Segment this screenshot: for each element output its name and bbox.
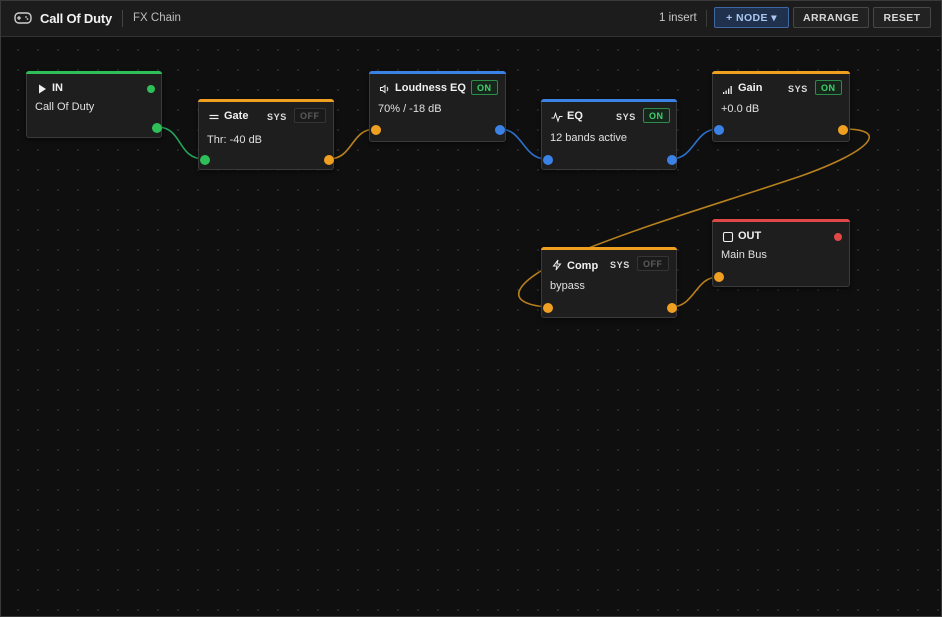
node-gate[interactable]: Gate SYS OFF Thr: -40 dB — [198, 99, 334, 170]
output-port[interactable] — [667, 303, 677, 313]
stop-square-icon — [722, 231, 734, 243]
add-node-button[interactable]: + NODE ▾ — [714, 7, 789, 28]
node-subtitle: bypass — [550, 280, 585, 292]
input-port[interactable] — [200, 155, 210, 165]
node-color-bar — [369, 71, 506, 74]
node-subtitle: Thr: -40 dB — [207, 134, 263, 146]
input-port[interactable] — [714, 125, 724, 135]
output-port[interactable] — [838, 125, 848, 135]
output-port[interactable] — [667, 155, 677, 165]
insert-count: 1 insert — [659, 12, 697, 24]
node-color-bar — [712, 71, 850, 74]
sys-label: SYS — [267, 112, 287, 122]
wire-loudness-eq — [499, 128, 547, 160]
output-port[interactable] — [152, 123, 162, 133]
divider — [122, 10, 123, 27]
page-title: Call Of Duty — [40, 11, 112, 26]
speaker-icon — [380, 84, 389, 94]
node-color-bar — [541, 99, 677, 102]
output-port[interactable] — [495, 125, 505, 135]
output-port[interactable] — [324, 155, 334, 165]
node-in[interactable]: IN Call Of Duty — [26, 71, 162, 138]
node-subtitle: Call Of Duty — [35, 101, 95, 113]
divider — [706, 10, 707, 27]
bolt-icon — [552, 259, 562, 271]
reset-button[interactable]: RESET — [873, 7, 931, 28]
node-title: Comp — [567, 260, 599, 272]
node-comp[interactable]: Comp SYS OFF bypass — [541, 247, 677, 318]
node-subtitle: +0.0 dB — [721, 103, 760, 115]
arrange-button[interactable]: ARRANGE — [793, 7, 869, 28]
toggle-on-button[interactable]: ON — [643, 108, 670, 123]
fx-chain-window: Call Of Duty FX Chain 1 insert + NODE ▾ … — [0, 0, 942, 617]
node-color-bar — [198, 99, 334, 102]
node-title: Gain — [738, 82, 763, 94]
node-title: IN — [52, 82, 63, 94]
node-eq[interactable]: EQ SYS ON 12 bands active — [541, 99, 677, 170]
lines-icon — [209, 114, 219, 120]
input-port[interactable] — [543, 155, 553, 165]
node-title: Loudness EQ — [395, 82, 466, 94]
sys-label: SYS — [616, 112, 636, 122]
toggle-on-button[interactable]: ON — [815, 80, 842, 95]
node-subtitle: 70% / -18 dB — [378, 103, 442, 115]
wire-in-gate — [156, 126, 205, 160]
input-port[interactable] — [543, 303, 553, 313]
node-out[interactable]: OUT Main Bus — [712, 219, 850, 287]
node-loudness-eq[interactable]: Loudness EQ ON 70% / -18 dB — [369, 71, 506, 142]
gamepad-icon — [14, 12, 32, 24]
input-port[interactable] — [714, 272, 724, 282]
node-title: OUT — [738, 230, 762, 242]
node-color-bar — [712, 219, 850, 222]
node-color-bar — [26, 71, 162, 74]
wire-eq-gain — [670, 128, 719, 160]
sys-label: SYS — [610, 260, 630, 270]
toggle-off-button[interactable]: OFF — [294, 108, 326, 123]
header-bar: Call Of Duty FX Chain 1 insert + NODE ▾ … — [1, 1, 941, 37]
toggle-off-button[interactable]: OFF — [637, 256, 669, 271]
toggle-on-button[interactable]: ON — [471, 80, 498, 95]
node-subtitle: 12 bands active — [550, 132, 628, 144]
status-indicator — [147, 85, 155, 93]
page-subtitle: FX Chain — [133, 12, 181, 24]
signal-bars-icon — [723, 86, 732, 94]
node-title: EQ — [567, 110, 583, 122]
input-port[interactable] — [371, 125, 381, 135]
status-indicator — [834, 233, 842, 241]
node-title: Gate — [224, 110, 249, 122]
pulse-icon — [551, 111, 563, 123]
node-gain[interactable]: Gain SYS ON +0.0 dB — [712, 71, 850, 142]
node-color-bar — [541, 247, 677, 250]
node-subtitle: Main Bus — [721, 249, 767, 261]
wire-comp-out — [670, 276, 719, 308]
sys-label: SYS — [788, 84, 808, 94]
play-icon — [39, 84, 46, 94]
